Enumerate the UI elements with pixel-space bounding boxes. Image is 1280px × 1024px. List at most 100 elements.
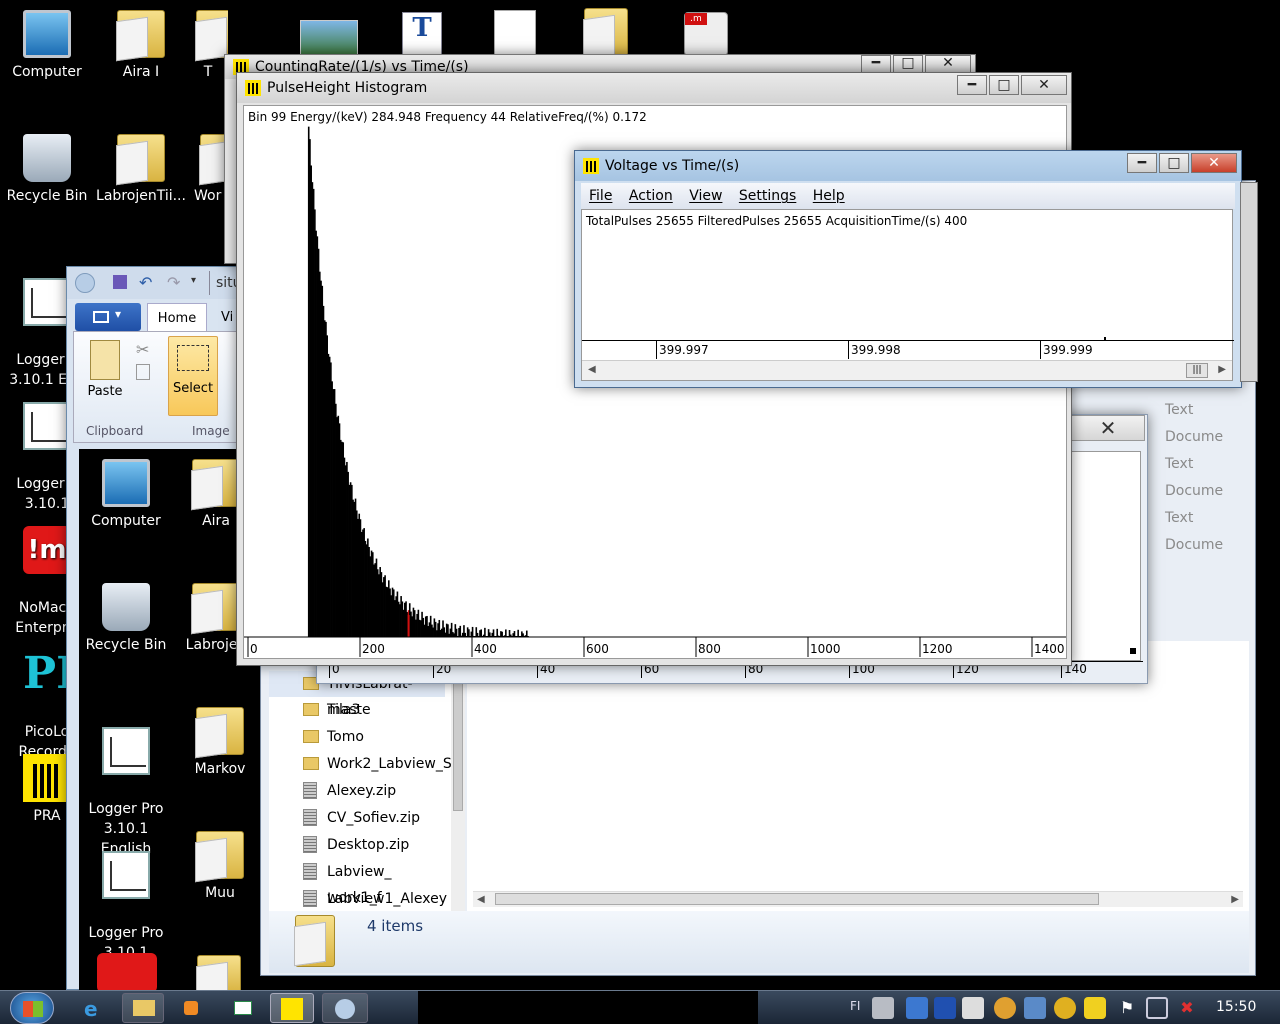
canvas-icon-label: Computer xyxy=(91,513,161,529)
x-tick-label: 1000 xyxy=(810,642,841,656)
list-item[interactable]: Labview1_Alexey xyxy=(269,886,447,911)
scrollbar-thumb[interactable]: ||| xyxy=(1186,363,1208,378)
scroll-left-icon[interactable]: ◀ xyxy=(588,364,596,375)
undo-icon[interactable]: ↶ xyxy=(139,273,152,292)
document-icon[interactable] xyxy=(494,10,536,56)
list-item[interactable]: Tomo xyxy=(269,724,364,750)
customize-quick-access-icon[interactable]: ▾ xyxy=(191,275,196,286)
tray-app-icon[interactable] xyxy=(934,997,956,1019)
close-icon[interactable]: ✕ xyxy=(1071,415,1145,441)
voltage-plot[interactable]: TotalPulses 25655 FilteredPulses 25655 A… xyxy=(581,209,1234,381)
menu-file[interactable]: File xyxy=(589,188,612,204)
menu-settings[interactable]: Settings xyxy=(739,188,796,204)
tab-home[interactable]: Home xyxy=(147,303,207,333)
save-icon[interactable] xyxy=(113,275,127,289)
minimize-button[interactable]: ━ xyxy=(957,75,987,95)
taskbar-ie[interactable]: e xyxy=(74,993,116,1023)
flag-icon[interactable]: ⚑ xyxy=(1116,997,1138,1019)
list-item[interactable]: Desktop.zip xyxy=(269,832,409,858)
picolog-icon: PL xyxy=(23,648,88,699)
taskbar-explorer[interactable] xyxy=(122,993,164,1023)
close-button[interactable]: ✕ xyxy=(1021,75,1067,95)
clock[interactable]: 15:50 xyxy=(1216,999,1256,1015)
maximize-button[interactable]: □ xyxy=(1159,153,1189,173)
menu-view[interactable]: View xyxy=(689,188,722,204)
maximize-button[interactable]: □ xyxy=(893,55,923,73)
list-item[interactable]: Alexey.zip xyxy=(269,778,396,804)
logger-pro-icon xyxy=(23,402,71,450)
x-tick-label: 399.997 xyxy=(656,341,709,359)
tray-app-icon[interactable] xyxy=(906,997,928,1019)
select-button[interactable]: Select xyxy=(168,336,218,416)
list-item-label: Tomo xyxy=(327,729,364,745)
chevron-down-icon: ▾ xyxy=(115,307,122,321)
taskbar-media[interactable] xyxy=(170,993,212,1023)
desktop-icon-labrojen[interactable]: LabrojenTii... xyxy=(94,134,188,206)
volume-muted-icon[interactable]: ✖ xyxy=(1176,997,1198,1019)
voltage-titlebar[interactable]: Voltage vs Time/(s) ━ □ ✕ xyxy=(575,151,1241,181)
cut-icon[interactable]: ✂ xyxy=(136,340,149,359)
zip-folder-icon[interactable] xyxy=(584,8,628,56)
minimize-button[interactable]: ━ xyxy=(1127,153,1157,173)
list-item[interactable]: CV_Sofiev.zip xyxy=(269,805,420,831)
folder-icon xyxy=(303,730,319,743)
monitor-icon[interactable] xyxy=(1146,997,1168,1019)
taskbar-paint[interactable] xyxy=(322,993,368,1023)
folder-icon xyxy=(303,757,319,770)
list-item[interactable]: Tila3 xyxy=(269,697,360,723)
pra-app-icon xyxy=(583,158,599,174)
taskbar-pra[interactable] xyxy=(270,993,314,1023)
histogram-ticks: 0 200 400 600 800 1000 1200 1400 xyxy=(247,637,1065,657)
desktop-icon-label: Recycle Bin xyxy=(6,188,88,204)
close-button[interactable]: ✕ xyxy=(1191,153,1237,173)
copy-icon[interactable] xyxy=(136,364,150,380)
tray-app-icon[interactable] xyxy=(962,997,984,1019)
network-icon[interactable] xyxy=(1024,997,1046,1019)
desktop-icon-t[interactable]: T xyxy=(188,10,228,82)
keyboard-icon[interactable] xyxy=(872,997,894,1019)
folder-icon xyxy=(197,955,241,991)
window-title: Voltage vs Time/(s) xyxy=(605,158,740,174)
scrollbar-thumb[interactable] xyxy=(495,893,1099,905)
voltage-window[interactable]: Voltage vs Time/(s) ━ □ ✕ File Action Vi… xyxy=(574,150,1242,388)
histogram-titlebar[interactable]: PulseHeight Histogram ━ □ ✕ xyxy=(237,73,1071,103)
voltage-scrollbar[interactable]: ◀ ||| ▶ xyxy=(582,360,1232,380)
minimize-button[interactable]: ━ xyxy=(861,55,891,73)
scroll-right-icon[interactable]: ▶ xyxy=(1218,364,1226,375)
list-item[interactable]: Work2_Labview_S xyxy=(269,751,452,777)
menu-help[interactable]: Help xyxy=(813,188,845,204)
scroll-right-icon[interactable]: ▶ xyxy=(1231,894,1239,905)
desktop-icon-aira[interactable]: Aira I xyxy=(94,10,188,82)
close-button[interactable]: ✕ xyxy=(925,55,971,73)
nomachine-icon xyxy=(97,953,157,991)
desktop-icon-computer[interactable]: Computer xyxy=(0,10,94,82)
tray-app-icon[interactable] xyxy=(1054,997,1076,1019)
paint-icon xyxy=(335,999,355,1019)
list-item-label: Desktop.zip xyxy=(327,837,410,853)
desktop-icon-label: T xyxy=(203,64,213,80)
tray-app-icon[interactable] xyxy=(994,997,1016,1019)
tex-file-icon[interactable]: T xyxy=(402,12,442,56)
language-indicator[interactable]: FI xyxy=(850,999,860,1013)
redo-icon[interactable]: ↷ xyxy=(167,273,180,292)
start-button[interactable] xyxy=(10,992,54,1024)
desktop-icon-recycle-bin[interactable]: Recycle Bin xyxy=(0,134,94,206)
list-item[interactable]: Labview_ work1_f xyxy=(269,859,445,906)
paint-app-icon[interactable] xyxy=(75,273,95,293)
paint-menu-button[interactable]: ▾ xyxy=(75,303,141,331)
maximize-button[interactable]: □ xyxy=(989,75,1019,95)
paste-button[interactable]: Paste xyxy=(82,338,128,418)
scroll-left-icon[interactable]: ◀ xyxy=(477,894,485,905)
nav-scrollbar[interactable] xyxy=(451,671,465,911)
horizontal-scrollbar[interactable]: ◀ ▶ xyxy=(473,891,1243,907)
scrollbar-thumb[interactable] xyxy=(453,681,463,811)
image-file-icon[interactable] xyxy=(300,20,358,56)
taskbar-app[interactable] xyxy=(222,993,264,1023)
x-tick-label: 400 xyxy=(474,642,497,656)
taskbar-redacted xyxy=(418,991,758,1024)
explorer-details-pane: 4 items xyxy=(269,911,1249,973)
tray-app-icon[interactable] xyxy=(1084,997,1106,1019)
matlab-file-icon[interactable]: .m xyxy=(684,12,728,56)
hidden-window-edge xyxy=(1240,182,1258,382)
menu-action[interactable]: Action xyxy=(629,188,673,204)
